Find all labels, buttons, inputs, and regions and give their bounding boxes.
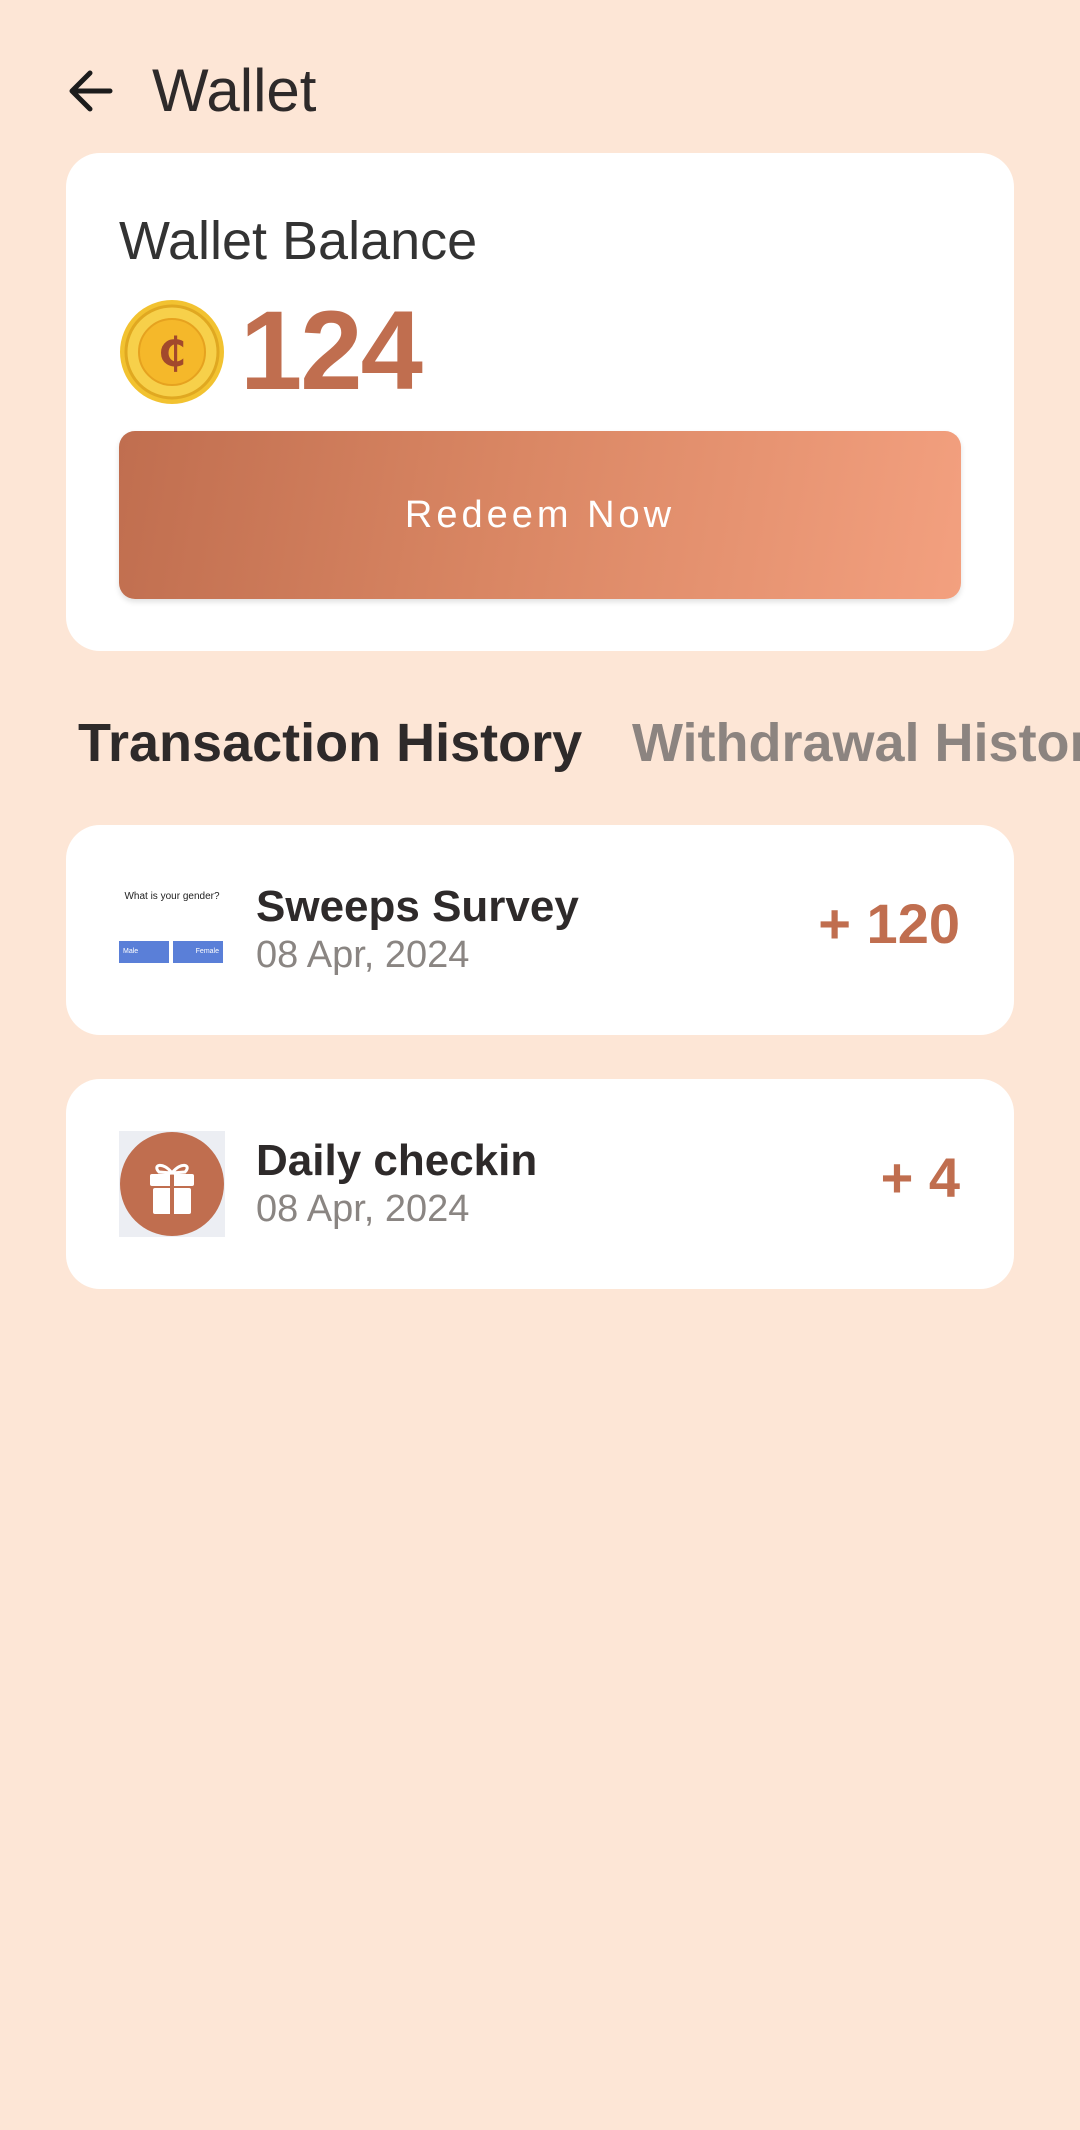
survey-thumbnail-option-a: Male (119, 941, 169, 963)
back-button[interactable] (58, 62, 122, 120)
tab-withdrawal-history[interactable]: Withdrawal History (632, 710, 1080, 776)
transaction-item[interactable]: What is your gender? Male Female Sweeps … (66, 825, 1014, 1035)
survey-thumbnail-option-b: Female (173, 941, 223, 963)
transaction-item[interactable]: Daily checkin 08 Apr, 2024 + 4 (66, 1079, 1014, 1289)
wallet-balance-amount: 124 (240, 288, 423, 413)
tab-transaction-history[interactable]: Transaction History (78, 710, 582, 776)
history-tabs: Transaction History Withdrawal History (0, 700, 1080, 790)
svg-text:₵: ₵ (158, 330, 186, 376)
wallet-balance-label: Wallet Balance (119, 211, 478, 271)
transaction-date: 08 Apr, 2024 (256, 934, 470, 976)
transaction-amount: + 120 (818, 892, 960, 955)
gift-thumbnail (119, 1131, 225, 1237)
transaction-amount: + 4 (880, 1146, 960, 1209)
transaction-title: Daily checkin (256, 1136, 538, 1185)
survey-thumbnail-question: What is your gender? (124, 891, 220, 902)
survey-thumbnail: What is your gender? Male Female (119, 877, 225, 983)
transaction-title: Sweeps Survey (256, 882, 579, 931)
transaction-date: 08 Apr, 2024 (256, 1188, 470, 1230)
coin-icon: ₵ (120, 300, 224, 404)
wallet-balance-card: Wallet Balance ₵ 124 Redeem Now (66, 153, 1014, 651)
app-header: Wallet (0, 0, 1080, 150)
redeem-now-button[interactable]: Redeem Now (119, 431, 961, 599)
gift-icon (120, 1132, 224, 1236)
page-title: Wallet (152, 57, 317, 124)
arrow-left-icon (69, 70, 113, 112)
